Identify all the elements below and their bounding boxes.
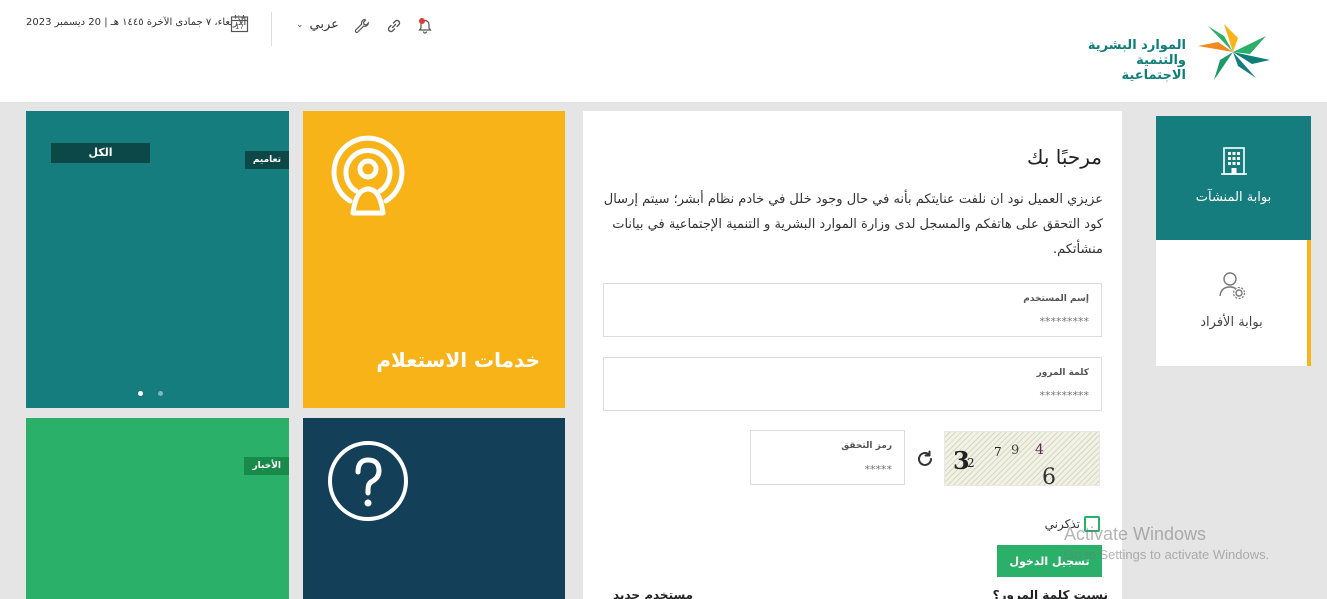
captcha-label: رمز التحقق xyxy=(841,441,892,451)
help-tile[interactable] xyxy=(303,418,565,599)
news-tag[interactable]: الأخبار xyxy=(244,457,289,475)
new-user-link[interactable]: مستخدم جديد xyxy=(613,588,693,599)
question-mark-icon xyxy=(328,441,408,521)
ministry-logo-icon xyxy=(1198,24,1270,80)
login-button[interactable]: تسجيل الدخول xyxy=(997,545,1102,577)
language-selector[interactable]: ⌄ عربي xyxy=(296,17,339,32)
login-panel: مرحبًا بك عزيزي العميل نود ان نلفت عنايت… xyxy=(583,111,1122,599)
announcements-tag[interactable]: تعاميم xyxy=(244,151,289,169)
establishments-portal-tab[interactable]: بوابة المنشآت xyxy=(1156,116,1311,240)
wrench-icon[interactable] xyxy=(353,17,371,35)
carousel-dot[interactable] xyxy=(138,391,143,396)
bell-icon[interactable] xyxy=(416,17,434,35)
password-field[interactable]: كلمة المرور xyxy=(603,357,1102,411)
all-filter-button[interactable]: الكل xyxy=(51,143,150,163)
captcha-field[interactable]: رمز التحقق xyxy=(750,430,905,485)
top-header: الأربعاء، ٧ جمادى الآخرة ١٤٤٥ هـ | 20 دي… xyxy=(0,0,1327,102)
captcha-char: 6 xyxy=(1042,465,1056,486)
inquiry-services-label: خدمات الاستعلام xyxy=(376,348,540,372)
building-icon xyxy=(1220,147,1247,175)
user-settings-icon xyxy=(1218,272,1245,300)
carousel-dots xyxy=(138,391,163,396)
password-label: كلمة المرور xyxy=(1036,368,1089,378)
remember-me[interactable]: تذكرني xyxy=(1045,516,1100,532)
welcome-heading: مرحبًا بك xyxy=(1026,145,1102,169)
remember-me-label: تذكرني xyxy=(1044,517,1080,531)
username-field[interactable]: إسم المستخدم xyxy=(603,283,1102,337)
news-tile: الأخبار xyxy=(26,418,289,599)
password-input[interactable] xyxy=(614,389,1089,402)
captcha-char: 7 xyxy=(994,445,1002,459)
inquiry-services-tile[interactable]: خدمات الاستعلام xyxy=(303,111,565,408)
establishments-portal-label: بوابة المنشآت xyxy=(1195,190,1272,205)
link-icon[interactable] xyxy=(385,17,403,35)
captcha-input[interactable] xyxy=(761,463,892,476)
logo-line-2: والتنمية الاجتماعية xyxy=(1121,53,1186,83)
captcha-char: 9 xyxy=(1011,443,1020,458)
all-tile: الكل تعاميم xyxy=(26,111,289,408)
header-divider xyxy=(271,12,272,46)
refresh-captcha-icon[interactable] xyxy=(916,450,934,468)
logo-line-1: الموارد البشرية xyxy=(1087,38,1186,53)
notice-text: عزيزي العميل نود ان نلفت عنايتكم بأنه في… xyxy=(603,192,1103,257)
broadcast-person-icon xyxy=(331,135,405,216)
language-label: عربي xyxy=(309,17,339,32)
username-input[interactable] xyxy=(614,315,1089,328)
calendar-icon: 17 xyxy=(230,15,249,33)
captcha-image: 3 2 7 9 4 6 xyxy=(944,431,1100,486)
username-label: إسم المستخدم xyxy=(1023,294,1089,304)
captcha-char: 2 xyxy=(967,456,975,470)
captcha-char: 4 xyxy=(1035,442,1044,458)
remember-me-checkbox[interactable] xyxy=(1084,516,1100,532)
ministry-logo-text: الموارد البشرية والتنمية الاجتماعية xyxy=(1070,38,1186,83)
individuals-portal-label: بوابة الأفراد xyxy=(1200,315,1263,330)
individuals-portal-tab[interactable]: بوابة الأفراد xyxy=(1156,240,1311,366)
calendar-day: 17 xyxy=(235,23,244,31)
header-date: الأربعاء، ٧ جمادى الآخرة ١٤٤٥ هـ | 20 دي… xyxy=(26,17,247,28)
chevron-down-icon: ⌄ xyxy=(296,19,304,30)
forgot-password-link[interactable]: نسيت كلمة المرور؟ xyxy=(993,588,1108,599)
carousel-dot[interactable] xyxy=(158,391,163,396)
